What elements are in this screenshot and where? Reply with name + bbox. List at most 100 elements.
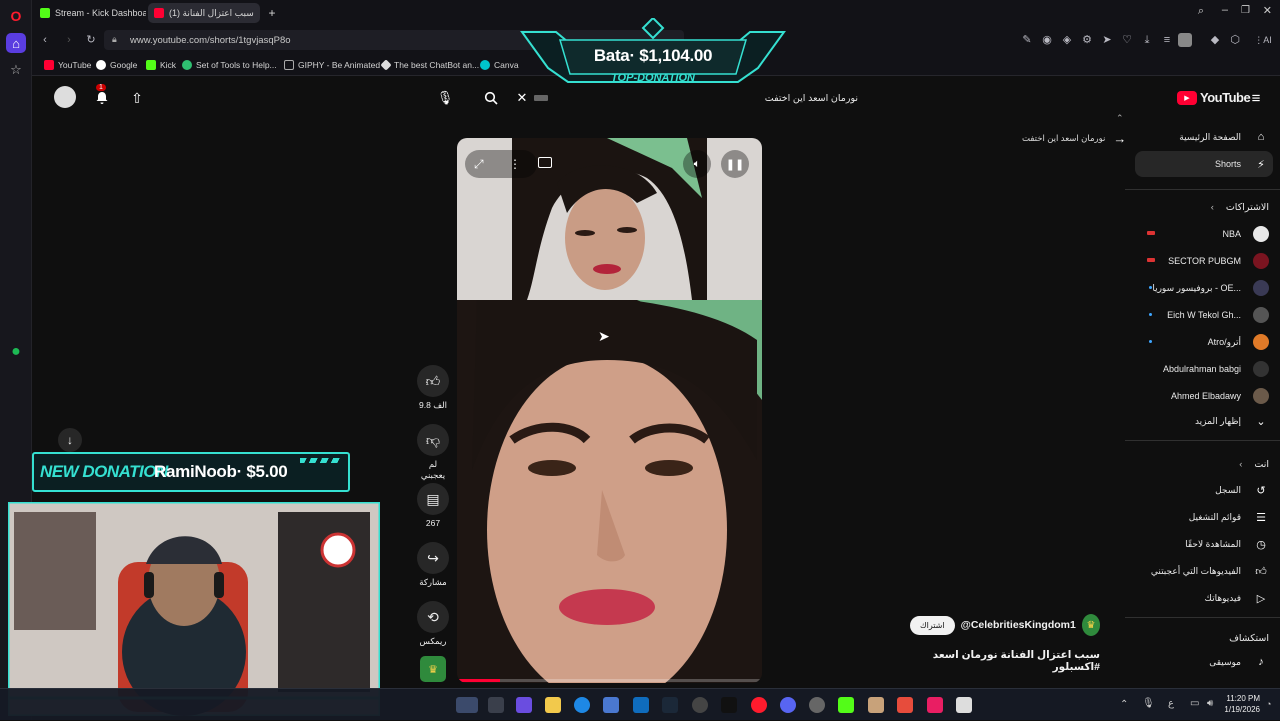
tab-youtube-short[interactable]: (1) سبب اعتزال الفنانة <box>148 3 260 23</box>
sidebar-item-subscription[interactable]: Atro/أترو <box>1135 329 1273 355</box>
reload-icon[interactable]: ↻ <box>84 33 98 47</box>
sidebar-item-liked-videos[interactable]: الفيديوهات التي أعجبتني 👍︎ <box>1135 558 1273 584</box>
tf-icon[interactable] <box>897 697 913 713</box>
close-icon[interactable]: ✕ <box>1263 4 1272 17</box>
sidebar-item-subscription[interactable]: SECTOR PUBGM <box>1135 248 1273 274</box>
clock[interactable]: 11:20 PM 1/19/2026 <box>1224 693 1260 715</box>
scroll-up-icon[interactable]: ⌃ <box>1116 113 1124 124</box>
dislike-button[interactable]: 👎︎ لم يعجبني <box>417 424 449 481</box>
channel-name[interactable]: @CelebritiesKingdom1 <box>961 619 1076 631</box>
maximize-icon[interactable]: ❐ <box>1241 5 1250 16</box>
sidebar-item-home[interactable]: الصفحة الرئيسية ⌂ <box>1135 124 1273 150</box>
channel-thumbnail-icon[interactable]: ♛ <box>420 656 446 682</box>
sidebar-item-your-videos[interactable]: فيديوهاتك ▷ <box>1135 585 1273 611</box>
tab-kick-dashboard[interactable]: Stream - Kick Dashboard <box>34 3 146 23</box>
sidebar-item-subscription[interactable]: Eich W Tekol Gh... <box>1135 302 1273 328</box>
bookmark-tools[interactable]: Set of Tools to Help... <box>182 58 277 72</box>
microphone-icon[interactable]: 🎙︎ <box>1142 698 1155 709</box>
speaker-icon[interactable]: 🔊︎ <box>1207 698 1213 709</box>
shorts-video-player[interactable]: ⤢ ⋮ 🔈︎ ❚❚ <box>457 138 762 683</box>
widgets-icon[interactable] <box>456 697 478 713</box>
sidebar-item-subscription[interactable]: Ahmed Elbadawy <box>1135 383 1273 409</box>
bookmark-google[interactable]: Google <box>96 58 137 72</box>
pause-icon[interactable]: ❚❚ <box>721 150 749 178</box>
edge-icon[interactable] <box>574 697 590 713</box>
bookmark-kick[interactable]: Kick <box>146 58 176 72</box>
send-icon[interactable]: ➤ <box>1100 33 1114 47</box>
like-button[interactable]: 👍︎ 9.8 الف <box>417 365 449 411</box>
sidebar-item-history[interactable]: السجل ↺ <box>1135 477 1273 503</box>
microphone-icon[interactable]: 🎙︎ <box>433 86 457 110</box>
progress-bar[interactable] <box>457 679 762 682</box>
camera-icon[interactable]: ◉ <box>1040 33 1054 47</box>
network-icon[interactable]: ▭ <box>1190 698 1199 709</box>
spotify-icon[interactable]: ● <box>6 342 26 362</box>
remix-button[interactable]: ⟲ ريمكس <box>417 601 449 647</box>
streamer-bot-icon[interactable] <box>956 697 972 713</box>
search-icon[interactable] <box>479 86 503 110</box>
bookmark-giphy[interactable]: GIPHY - Be Animated <box>284 58 380 72</box>
kick-icon[interactable] <box>838 697 854 713</box>
tiktok-live-icon[interactable] <box>927 697 943 713</box>
shield-icon[interactable]: ◈ <box>1060 33 1074 47</box>
sidebar-item-music[interactable]: موسيقى ♪ <box>1135 649 1273 675</box>
avatar[interactable] <box>54 86 76 108</box>
opera-icon[interactable] <box>751 697 767 713</box>
sidebar-item-playlists[interactable]: قوائم التشغيل ☰ <box>1135 504 1273 530</box>
minimize-icon[interactable]: – <box>1222 4 1228 16</box>
notification-bell-icon[interactable]: ◔ <box>1266 699 1271 709</box>
share-button[interactable]: ↪ مشاركة <box>417 542 449 588</box>
tray-chevron-icon[interactable]: ⌃ <box>1120 699 1128 710</box>
sidebar-item-subscription[interactable]: Abdulrahman babgi <box>1135 356 1273 382</box>
volume-icon[interactable]: 🔈︎ <box>683 150 711 178</box>
cube-icon[interactable]: ⬡ <box>1228 33 1242 47</box>
bookmark-chatbot[interactable]: The best ChatBot an... <box>380 58 479 72</box>
extension-icon[interactable]: ⚙ <box>1080 33 1094 47</box>
app-icon[interactable] <box>868 697 884 713</box>
notifications-icon[interactable]: 1 <box>90 84 114 110</box>
back-icon[interactable]: ‹ <box>38 33 52 47</box>
copilot-icon[interactable] <box>516 697 532 713</box>
fullscreen-icon[interactable]: ⤢ <box>474 157 484 172</box>
new-tab-button[interactable]: + <box>264 3 280 23</box>
download-icon[interactable]: ⤓ <box>1140 33 1154 47</box>
language-icon[interactable]: ع <box>1168 698 1174 709</box>
outlook-icon[interactable] <box>633 697 649 713</box>
tiktok-icon[interactable] <box>721 697 737 713</box>
subscriptions-header[interactable]: ‹ الاشتراكات <box>1135 194 1273 220</box>
sidebar-item-subscription[interactable]: بروفيسور سوريا - OE... <box>1135 275 1273 301</box>
task-view-icon[interactable] <box>488 697 504 713</box>
comments-button[interactable]: ▤ 267 <box>417 483 449 528</box>
youtube-logo[interactable]: ▶ YouTube <box>1177 90 1251 105</box>
opera-logo-icon[interactable]: O <box>6 6 26 26</box>
obs-icon[interactable] <box>809 697 825 713</box>
file-explorer-icon[interactable] <box>545 697 561 713</box>
captions-icon[interactable] <box>538 157 552 168</box>
steam-icon[interactable] <box>662 697 678 713</box>
edit-icon[interactable]: ✎ <box>1020 33 1034 47</box>
ai-icon[interactable]: ⋮AI <box>1250 33 1276 47</box>
wallet-icon[interactable]: ◆ <box>1208 33 1222 47</box>
hamburger-menu-icon[interactable]: ≡ <box>1244 86 1268 110</box>
bookmark-canva[interactable]: Canva <box>480 58 519 72</box>
sidebar-item-subscription[interactable]: NBA <box>1135 221 1273 247</box>
you-header[interactable]: ‹ انت <box>1135 451 1273 477</box>
forward-icon[interactable]: › <box>62 33 76 47</box>
channel-avatar[interactable]: ♛ <box>1081 614 1100 636</box>
heart-icon[interactable]: ♡ <box>1120 33 1134 47</box>
upload-icon[interactable]: ⇧ <box>125 86 149 110</box>
discord-icon[interactable] <box>780 697 796 713</box>
sidebar-item-watch-later[interactable]: المشاهدة لاحقًا ◷ <box>1135 531 1273 557</box>
back-to-search-link[interactable]: نورمان اسعد اين اختفت → <box>1022 131 1126 146</box>
scroll-down-icon[interactable]: ↓ <box>58 428 82 452</box>
profile-icon[interactable] <box>1178 33 1192 47</box>
store-icon[interactable] <box>603 697 619 713</box>
more-options-icon[interactable]: ⋮ <box>509 157 521 171</box>
bookmark-youtube[interactable]: YouTube <box>44 58 91 72</box>
subscribe-button[interactable]: اشتراك <box>910 615 955 635</box>
sidebar-item-shorts[interactable]: Shorts ⚡ <box>1135 151 1273 177</box>
show-more-button[interactable]: إظهار المزيد ⌄ <box>1135 408 1273 434</box>
menu-icon[interactable]: ≡ <box>1160 33 1174 47</box>
home-icon[interactable]: ⌂ <box>6 33 26 53</box>
search-tabs-icon[interactable]: ⌕ <box>1198 5 1204 18</box>
